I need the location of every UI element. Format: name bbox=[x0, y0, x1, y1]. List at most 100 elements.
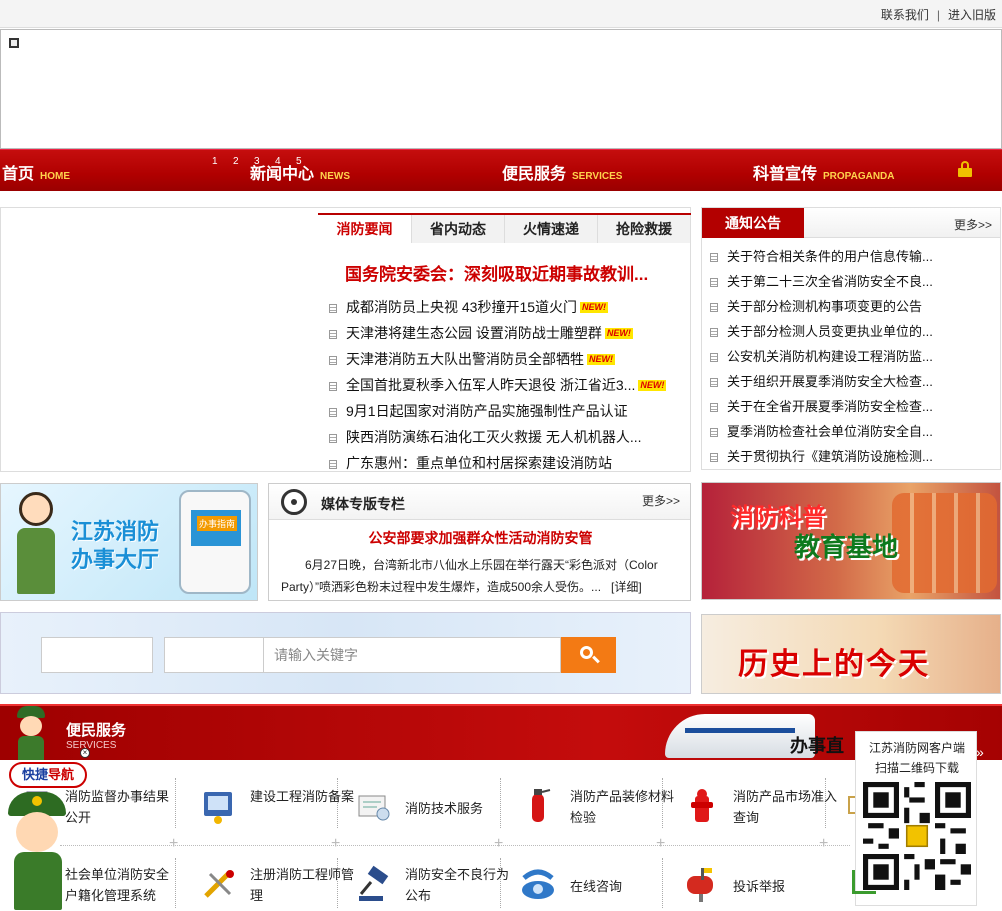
tab-fire-news[interactable]: 消防要闻 bbox=[318, 215, 411, 243]
service-hall-banner[interactable]: 江苏消防 办事大厅 办事指南 bbox=[0, 483, 258, 601]
tab-rescue[interactable]: 抢险救援 bbox=[597, 215, 690, 243]
search-button[interactable] bbox=[561, 637, 616, 673]
news-item-text: 全国首批夏秋季入伍军人昨天退役 浙江省近3... bbox=[346, 377, 636, 393]
firefighters-illustration bbox=[892, 493, 997, 593]
grid-cross-icon: + bbox=[169, 835, 179, 852]
news-headline[interactable]: 国务院安委会：深刻吸取近期事故教训... bbox=[345, 260, 648, 285]
new-badge: NEW! bbox=[587, 354, 615, 365]
girl-mascot-icon bbox=[7, 492, 65, 596]
notice-item[interactable]: 关于部分检测人员变更执业单位的... bbox=[710, 319, 994, 344]
services-header: 便民服务 SERVICES 办事直 » bbox=[0, 704, 1002, 760]
soldier-mascot-icon[interactable] bbox=[4, 792, 74, 911]
top-links-separator: | bbox=[936, 8, 940, 22]
old-version-link[interactable]: 进入旧版 bbox=[948, 8, 996, 22]
search-category-select[interactable] bbox=[41, 637, 153, 673]
media-more-link[interactable]: 更多>> bbox=[642, 492, 680, 509]
history-today-banner[interactable]: 历史上的今天 bbox=[701, 614, 1001, 694]
nav-item-propaganda[interactable]: 科普宣传 PROPAGANDA bbox=[753, 160, 895, 184]
new-badge: NEW! bbox=[638, 380, 667, 391]
news-item[interactable]: 广东惠州：重点单位和村居探索建设消防站 bbox=[329, 450, 679, 476]
lock-icon[interactable] bbox=[958, 161, 972, 177]
media-detail-link[interactable]: [详细] bbox=[611, 580, 642, 594]
slide-number[interactable]: 2 bbox=[233, 156, 239, 167]
notice-header: 通知公告 更多>> bbox=[702, 208, 1000, 238]
science-banner-line2: 教育基地 bbox=[794, 532, 899, 562]
notice-more-link[interactable]: 更多>> bbox=[954, 216, 992, 233]
bullet-icon bbox=[710, 378, 718, 387]
media-article-body: 6月27日晚，台湾新北市八仙水上乐园在举行露天“彩色派对（Color Party… bbox=[281, 558, 658, 594]
notice-item[interactable]: 关于部分检测机构事项变更的公告 bbox=[710, 294, 994, 319]
news-item[interactable]: 成都消防员上央视 43秒撞开15道火门 NEW! bbox=[329, 294, 679, 320]
quick-nav-label-1: 快捷 bbox=[21, 767, 48, 782]
notice-item[interactable]: 关于在全省开展夏季消防安全检查... bbox=[710, 394, 994, 419]
notice-item-text: 夏季消防检查社会单位消防安全自... bbox=[727, 424, 933, 439]
search-scope-select[interactable] bbox=[164, 637, 264, 673]
bullet-icon bbox=[329, 460, 337, 469]
notice-item[interactable]: 关于贯彻执行《建筑消防设施检测... bbox=[710, 444, 994, 469]
nav-home-en: HOME bbox=[40, 171, 71, 182]
top-links: 联系我们 | 进入旧版 bbox=[881, 6, 996, 23]
service-market-access[interactable]: 消防产品市场准入查询 bbox=[683, 782, 837, 842]
grid-divider bbox=[60, 845, 850, 846]
science-education-banner[interactable]: 消防科普 教育基地 bbox=[701, 482, 1001, 600]
bullet-icon bbox=[710, 278, 718, 287]
bullet-icon bbox=[710, 253, 718, 262]
service-label: 消防产品装修材料检验 bbox=[570, 789, 675, 825]
notice-list: 关于符合相关条件的用户信息传输... 关于第二十三次全省消防安全不良... 关于… bbox=[710, 244, 994, 469]
news-item[interactable]: 陕西消防演练石油化工灭火救援 无人机机器人... bbox=[329, 424, 679, 450]
tab-provincial-news[interactable]: 省内动态 bbox=[411, 215, 504, 243]
header-banner bbox=[0, 29, 1002, 149]
quick-nav-button[interactable]: 快捷导航 bbox=[9, 762, 87, 788]
notice-item-text: 关于部分检测人员变更执业单位的... bbox=[727, 324, 933, 339]
slide-number[interactable]: 1 bbox=[212, 156, 218, 167]
notice-item[interactable]: 关于符合相关条件的用户信息传输... bbox=[710, 244, 994, 269]
tab-fire-alerts[interactable]: 火情速递 bbox=[504, 215, 597, 243]
nav-propaganda-label: 科普宣传 bbox=[753, 166, 818, 183]
bullet-icon bbox=[710, 428, 718, 437]
service-construction-filing[interactable]: 建设工程消防备案 bbox=[200, 782, 354, 842]
notice-panel: 通知公告 更多>> 关于符合相关条件的用户信息传输... 关于第二十三次全省消防… bbox=[701, 207, 1001, 470]
news-item[interactable]: 全国首批夏秋季入伍军人昨天退役 浙江省近3... NEW! bbox=[329, 372, 679, 398]
notice-item[interactable]: 关于组织开展夏季消防安全大检查... bbox=[710, 369, 994, 394]
broken-image-icon bbox=[9, 38, 19, 48]
mailbox-icon bbox=[683, 864, 723, 904]
bullet-icon bbox=[329, 330, 337, 339]
close-icon[interactable]: × bbox=[80, 748, 90, 758]
notice-item[interactable]: 公安机关消防机构建设工程消防监... bbox=[710, 344, 994, 369]
service-bad-behavior[interactable]: 消防安全不良行为公布 bbox=[355, 860, 509, 911]
service-complaint[interactable]: 投诉举报 bbox=[683, 860, 823, 911]
filing-icon bbox=[200, 786, 240, 826]
nav-news-en: NEWS bbox=[320, 171, 351, 182]
film-reel-icon bbox=[281, 489, 307, 515]
news-panel: 消防要闻 省内动态 火情速递 抢险救援 国务院安委会：深刻吸取近期事故教训...… bbox=[0, 207, 691, 472]
service-materials-inspection[interactable]: 消防产品装修材料检验 bbox=[520, 782, 674, 842]
notice-item[interactable]: 夏季消防检查社会单位消防安全自... bbox=[710, 419, 994, 444]
decorative-corner bbox=[852, 870, 876, 894]
bullet-icon bbox=[710, 453, 718, 462]
bullet-icon bbox=[329, 382, 337, 391]
search-bar bbox=[0, 612, 691, 694]
news-item[interactable]: 天津港消防五大队出警消防员全部牺牲 NEW! bbox=[329, 346, 679, 372]
service-technical[interactable]: 消防技术服务 bbox=[355, 782, 495, 842]
quick-nav-label-2: 导航 bbox=[48, 767, 75, 782]
notice-item-text: 关于部分检测机构事项变更的公告 bbox=[727, 299, 923, 314]
notice-item[interactable]: 关于第二十三次全省消防安全不良... bbox=[710, 269, 994, 294]
extinguisher-icon bbox=[520, 786, 560, 826]
notice-title: 通知公告 bbox=[702, 208, 804, 238]
service-online-consult[interactable]: 在线咨询 bbox=[520, 860, 660, 911]
nav-item-services[interactable]: 便民服务 SERVICES bbox=[502, 160, 622, 184]
search-input[interactable] bbox=[264, 637, 561, 673]
service-engineer-management[interactable]: 注册消防工程师管理 bbox=[200, 860, 354, 911]
bullet-icon bbox=[329, 408, 337, 417]
news-item[interactable]: 9月1日起国家对消防产品实施强制性产品认证 bbox=[329, 398, 679, 424]
qr-line2: 扫描二维码下载 bbox=[874, 761, 959, 775]
nav-item-news[interactable]: 新闻中心 NEWS bbox=[250, 160, 350, 184]
kiosk-label: 办事指南 bbox=[197, 516, 238, 531]
nav-item-home[interactable]: 首页 HOME bbox=[2, 160, 70, 184]
news-item[interactable]: 天津港将建生态公园 设置消防战士雕塑群 NEW! bbox=[329, 320, 679, 346]
media-article-title[interactable]: 公安部要求加强群众性活动消防安管 bbox=[269, 528, 692, 548]
service-label: 消防安全不良行为公布 bbox=[405, 867, 510, 903]
nav-propaganda-en: PROPAGANDA bbox=[823, 171, 895, 182]
contact-link[interactable]: 联系我们 bbox=[881, 8, 929, 22]
news-item-text: 9月1日起国家对消防产品实施强制性产品认证 bbox=[346, 403, 628, 419]
